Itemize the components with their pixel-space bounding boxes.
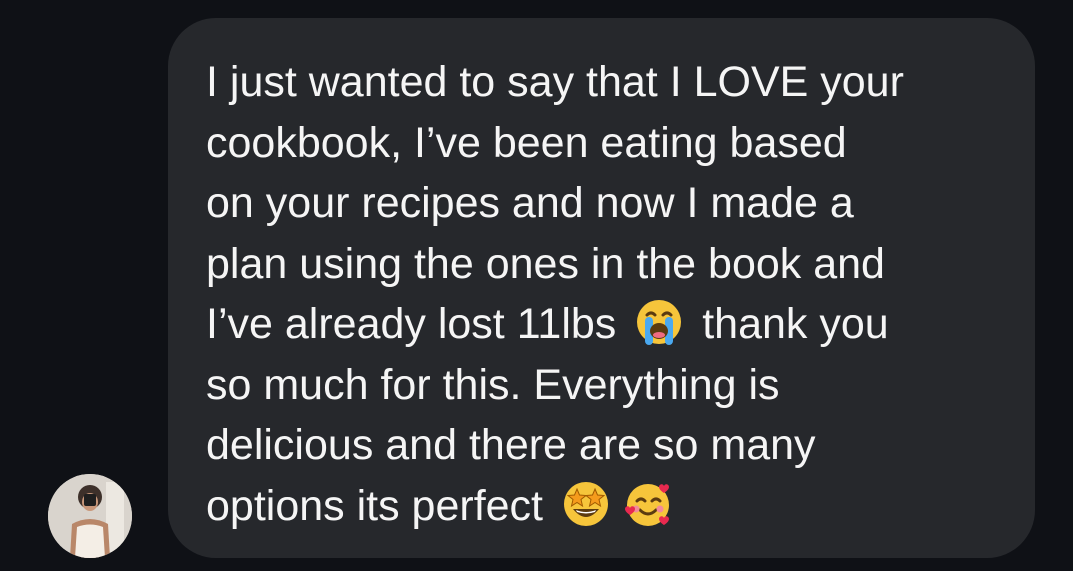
message-text: on your recipes and now I made a (206, 179, 854, 227)
message-line: delicious and there are so many (206, 415, 995, 476)
message-text: plan using the ones in the book and (206, 239, 885, 288)
sender-avatar[interactable] (48, 474, 132, 558)
loudly-crying-face-icon (634, 297, 684, 347)
message-text: I just wanted to say that I LOVE your (206, 58, 904, 106)
message-text: so much for this. Everything is (206, 360, 780, 409)
message-text: options its perfect (206, 481, 555, 530)
message-text: thank you (690, 300, 889, 348)
message-line: I’ve already lost 11lbs thank you (206, 294, 995, 355)
avatar-photo (48, 474, 132, 558)
message-text: I’ve already lost 11lbs (206, 300, 629, 348)
message-line: cookbook, I’ve been eating based (206, 113, 995, 174)
message-text: delicious and there are so many (206, 421, 816, 469)
dm-screen: I just wanted to say that I LOVE your coo… (0, 0, 1073, 571)
message-text: cookbook, I’ve been eating based (206, 118, 847, 167)
message-line: I just wanted to say that I LOVE your (206, 52, 995, 113)
message-bubble[interactable]: I just wanted to say that I LOVE your coo… (168, 18, 1035, 558)
smiling-face-with-hearts-icon (623, 479, 673, 529)
star-struck-face-icon (561, 479, 611, 529)
message-line: so much for this. Everything is (206, 355, 995, 416)
message-line: options its perfect (206, 476, 995, 537)
message-line: plan using the ones in the book and (206, 234, 995, 295)
message-line: on your recipes and now I made a (206, 173, 995, 234)
